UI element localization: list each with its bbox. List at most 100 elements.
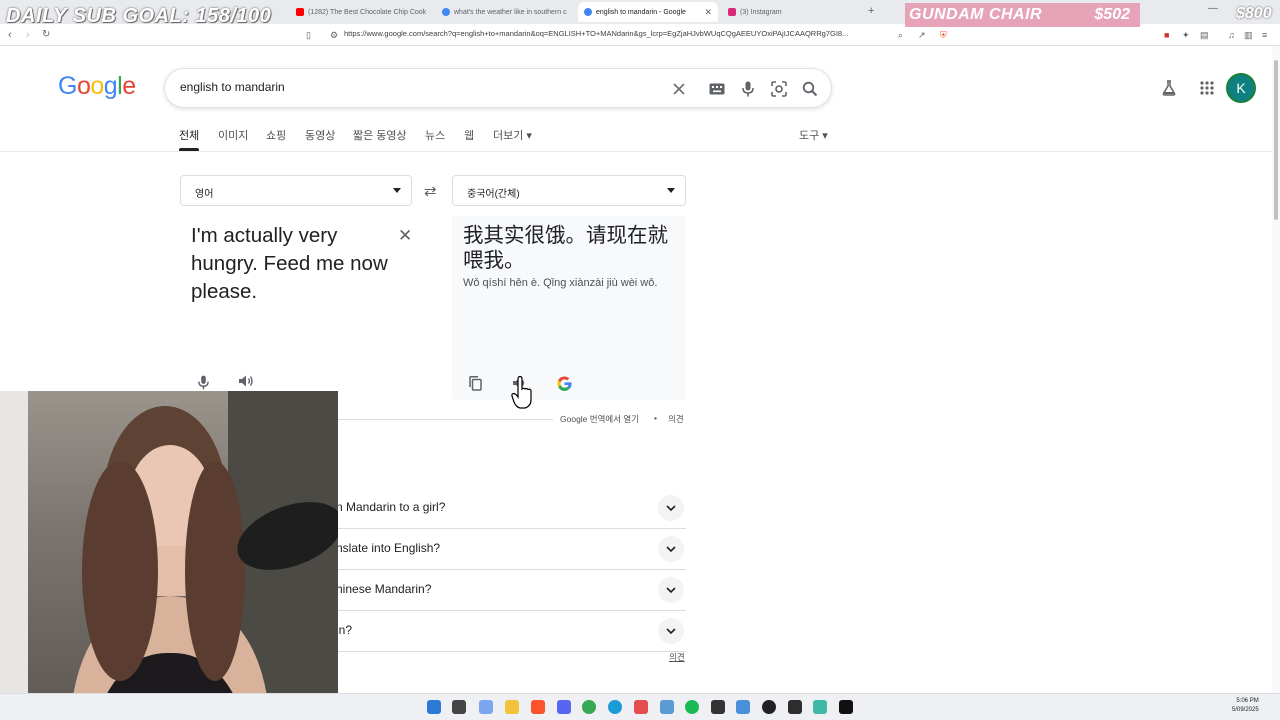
chevron-down-icon[interactable] [658, 577, 684, 603]
extensions-icon[interactable]: ✦ [1182, 28, 1190, 42]
account-avatar[interactable]: K [1226, 73, 1256, 103]
browser-tab[interactable]: (1282) The Best Chocolate Chip Cook [290, 2, 432, 22]
paa-feedback-link[interactable]: 의견 [669, 651, 685, 663]
chevron-down-icon[interactable] [658, 618, 684, 644]
reload-icon[interactable]: ↻ [42, 28, 50, 42]
clear-source-icon[interactable]: ✕ [398, 226, 412, 246]
translate-feedback-link[interactable]: 의견 [668, 413, 684, 425]
goal-current: $502 [1094, 6, 1130, 23]
chrome-icon[interactable] [582, 700, 596, 714]
youtube-favicon-icon [296, 8, 304, 16]
app2-icon[interactable] [839, 700, 853, 714]
edge-icon[interactable] [608, 700, 622, 714]
copilot-icon[interactable] [479, 700, 493, 714]
target-language-select[interactable]: 중국어(간체) [452, 175, 686, 206]
pinyin-text: Wǒ qíshí hěn è. Qǐng xiànzài jiù wèi wǒ. [463, 277, 658, 289]
keyboard-icon[interactable] [706, 78, 728, 100]
sidebar-icon[interactable]: ▤ [1200, 28, 1209, 42]
tab-web[interactable]: 웹 [464, 127, 474, 143]
discord-icon[interactable] [557, 700, 571, 714]
labs-icon[interactable] [1160, 80, 1178, 96]
donation-goal-bar: GUNDAM CHAIR $502 [905, 3, 1140, 27]
source-language-label: 영어 [195, 189, 214, 200]
notepad-icon[interactable] [813, 700, 827, 714]
windows-taskbar [0, 693, 1280, 720]
bookmark-icon[interactable]: ▯ [306, 28, 311, 42]
chevron-down-icon [667, 188, 675, 193]
tab-news[interactable]: 뉴스 [425, 127, 445, 143]
tab-all[interactable]: 전체 [179, 127, 199, 143]
browser-tab[interactable]: (3) Instagram [722, 2, 862, 22]
google-favicon-icon [584, 8, 592, 16]
swap-languages-icon[interactable]: ⇄ [424, 182, 437, 200]
tab-title: (3) Instagram [740, 8, 782, 16]
hand-cursor-icon [511, 376, 532, 409]
tab-title: english to mandarin - Google [596, 8, 686, 16]
brave-shield-icon[interactable]: ⛨ [940, 28, 947, 42]
files-icon[interactable] [452, 700, 466, 714]
open-in-translate-link[interactable]: Google 번역에서 열기 [560, 413, 639, 425]
chevron-down-icon[interactable] [658, 536, 684, 562]
webcam-overlay [0, 391, 338, 720]
zoom-icon[interactable]: ⌕ [898, 28, 903, 42]
share-icon[interactable]: ↗ [918, 28, 926, 42]
source-language-select[interactable]: 영어 [180, 175, 412, 206]
tab-title: what's the weather like in southern c [454, 8, 567, 16]
close-tab-icon[interactable]: ✕ [704, 7, 712, 18]
copy-icon[interactable] [465, 373, 485, 393]
separator-dot: • [654, 413, 657, 423]
chevron-down-icon[interactable] [658, 495, 684, 521]
browser-tab-active[interactable]: english to mandarin - Google ✕ [578, 2, 718, 22]
sub-goal-overlay: DAILY SUB GOAL: 158/100 [6, 5, 272, 27]
goal-target: $800 [1236, 5, 1272, 22]
extension-icon[interactable]: ■ [1164, 28, 1169, 42]
terminal-icon[interactable] [711, 700, 725, 714]
tab-more[interactable]: 더보기 ▾ [493, 127, 532, 143]
voice-search-icon[interactable] [737, 78, 759, 100]
media-icon[interactable]: ♫ [1228, 28, 1235, 42]
start-icon[interactable] [427, 700, 441, 714]
translated-text: 我其实很饿。请现在就喂我。 [463, 223, 668, 272]
music-icon[interactable] [634, 700, 648, 714]
tab-images[interactable]: 이미지 [218, 127, 248, 143]
tools-button[interactable]: 도구 ▾ [799, 127, 828, 143]
brave-icon[interactable] [531, 700, 545, 714]
menu-icon[interactable]: ≡ [1262, 28, 1267, 42]
apps-grid-icon[interactable] [1198, 80, 1216, 96]
system-clock[interactable]: 5:06 PM 5/09/2025 [1232, 697, 1259, 715]
back-icon[interactable]: ‹ [8, 28, 12, 42]
photos-icon[interactable] [736, 700, 750, 714]
search-box[interactable] [164, 68, 832, 108]
source-text-input[interactable]: I'm actually very hungry. Feed me now pl… [191, 222, 391, 306]
google-favicon-icon [442, 8, 450, 16]
google-logo[interactable]: Google [58, 72, 136, 101]
forward-icon[interactable]: › [26, 28, 30, 42]
spotify-icon[interactable] [685, 700, 699, 714]
scrollbar-thumb[interactable] [1274, 60, 1278, 220]
search-input[interactable] [180, 80, 640, 94]
cmd-icon[interactable] [788, 700, 802, 714]
minimize-icon[interactable]: — [1208, 2, 1218, 16]
obs-icon[interactable] [762, 700, 776, 714]
paa-question: in? [336, 623, 353, 637]
tab-shopping[interactable]: 쇼핑 [266, 127, 286, 143]
tab-videos[interactable]: 동영상 [305, 127, 335, 143]
instagram-favicon-icon [728, 8, 736, 16]
url-field[interactable]: https://www.google.com/search?q=english+… [344, 29, 889, 38]
chevron-down-icon [393, 188, 401, 193]
paa-question: nslate into English? [336, 541, 441, 555]
search-icon[interactable] [799, 78, 821, 100]
tab-short-videos[interactable]: 짧은 동영상 [353, 127, 407, 143]
site-info-icon[interactable]: ⚙ [330, 28, 338, 42]
lens-icon[interactable] [768, 78, 790, 100]
tab-title: (1282) The Best Chocolate Chip Cook [308, 8, 427, 16]
google-g-icon[interactable] [554, 373, 574, 393]
split-view-icon[interactable]: ▥ [1244, 28, 1253, 42]
new-tab-icon[interactable]: + [868, 4, 874, 18]
clear-search-icon[interactable] [668, 78, 690, 100]
folder-icon[interactable] [505, 700, 519, 714]
listen-source-icon[interactable] [236, 371, 256, 391]
browser-tab[interactable]: what's the weather like in southern c [436, 2, 576, 22]
microphone-icon[interactable] [193, 372, 213, 392]
app-icon[interactable] [660, 700, 674, 714]
